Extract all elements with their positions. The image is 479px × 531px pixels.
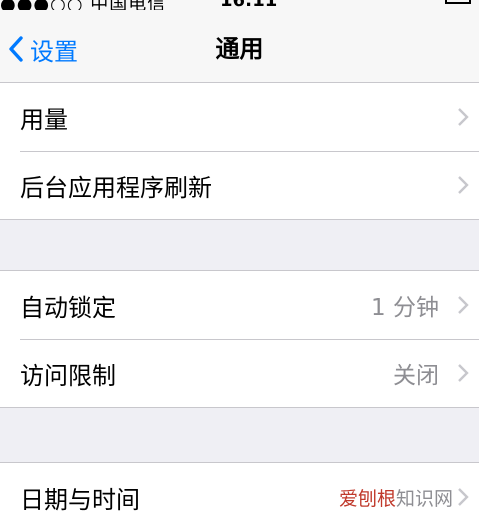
- watermark-part1: 爱刨根: [338, 487, 396, 510]
- navigation-bar: 设置 通用: [0, 10, 479, 83]
- settings-group-1: 用量 后台应用程序刷新: [0, 82, 479, 220]
- battery-icon: [445, 0, 471, 4]
- row-label: 自动锁定: [20, 293, 116, 322]
- watermark: 爱刨根知识网: [339, 484, 453, 511]
- row-restrictions[interactable]: 访问限制 关闭: [0, 339, 479, 407]
- status-bar: ●●●○○ 中国电信 16:11: [0, 0, 479, 15]
- watermark-part2: 知识网: [395, 487, 453, 510]
- chevron-right-icon: [458, 364, 469, 382]
- row-label: 日期与时间: [20, 485, 140, 514]
- row-background-app-refresh[interactable]: 后台应用程序刷新: [0, 151, 479, 219]
- chevron-right-icon: [458, 176, 469, 194]
- chevron-right-icon: [458, 296, 469, 314]
- row-date-time[interactable]: 日期与时间 爱刨根知识网: [0, 463, 479, 531]
- row-value: 1 分钟: [371, 295, 439, 321]
- page-title: 通用: [215, 35, 264, 63]
- settings-group-3: 日期与时间 爱刨根知识网: [0, 462, 479, 531]
- row-auto-lock[interactable]: 自动锁定 1 分钟: [0, 271, 479, 339]
- row-label: 访问限制: [20, 361, 116, 390]
- chevron-right-icon: [458, 108, 469, 126]
- row-value: 关闭: [393, 363, 439, 389]
- row-label: 后台应用程序刷新: [20, 173, 212, 202]
- settings-group-2: 自动锁定 1 分钟 访问限制 关闭: [0, 270, 479, 408]
- row-label: 用量: [20, 105, 68, 134]
- row-usage[interactable]: 用量: [0, 83, 479, 151]
- chevron-right-icon: [458, 488, 469, 506]
